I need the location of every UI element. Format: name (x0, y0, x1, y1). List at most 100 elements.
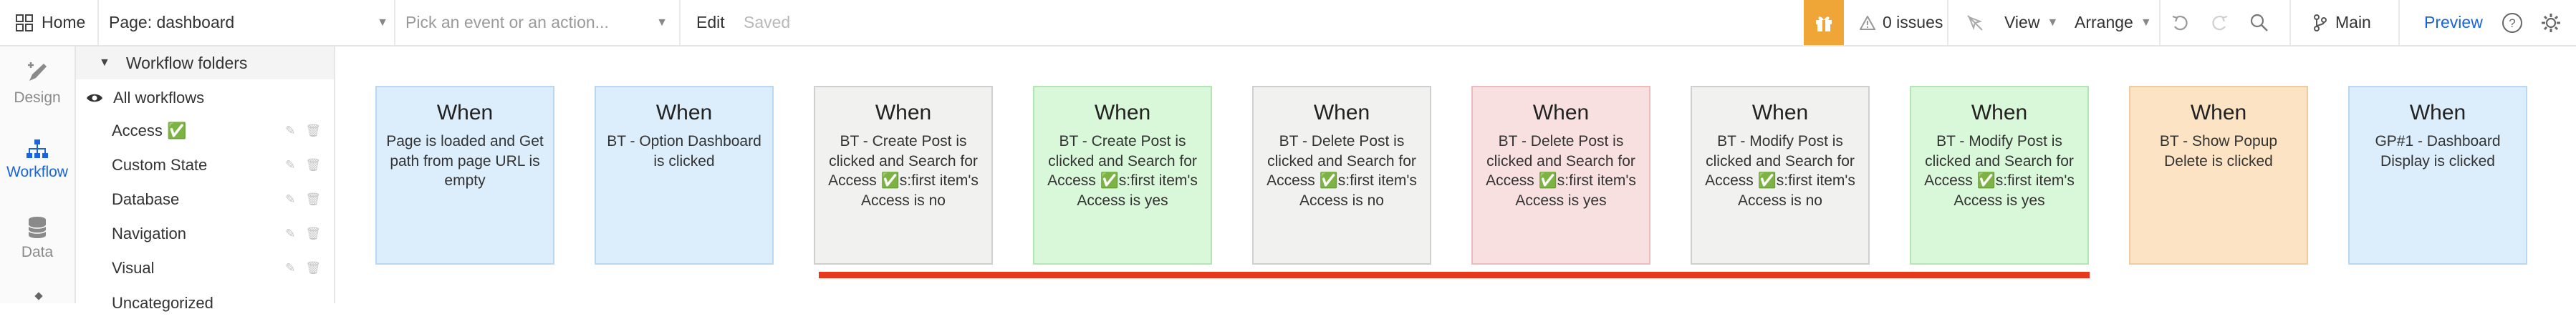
issues-indicator[interactable]: 0 issues (1860, 0, 1943, 45)
workflow-event-card[interactable]: When BT - Delete Post is clicked and Sea… (1471, 86, 1650, 265)
gift-button[interactable] (1804, 0, 1844, 45)
settings-button[interactable] (2540, 0, 2562, 45)
card-when-label: When (1313, 101, 1370, 124)
preview-label: Preview (2424, 13, 2483, 31)
branch-icon (2314, 14, 2327, 31)
edit-pencil-icon[interactable]: ✎ (285, 261, 295, 275)
card-event-text: BT - Delete Post is clicked and Search f… (1486, 133, 1636, 210)
card-when-label: When (436, 101, 494, 124)
edit-pencil-icon[interactable]: ✎ (285, 192, 295, 207)
saved-label: Saved (744, 13, 791, 31)
event-action-picker[interactable]: Pick an event or an action... ▼ (405, 0, 668, 45)
folder-item[interactable]: Navigation ✎ 🗑 (76, 218, 334, 250)
workflow-canvas[interactable]: When Page is loaded and Get path from pa… (335, 46, 2576, 303)
card-when-label: When (1971, 101, 2028, 124)
edit-button[interactable]: Edit (696, 0, 725, 45)
card-event-text: BT - Modify Post is clicked and Search f… (1924, 133, 2075, 210)
folder-item[interactable]: Access ✅ ✎ 🗑 (76, 115, 334, 147)
help-icon: ? (2502, 12, 2522, 33)
card-when-label: When (655, 101, 713, 124)
warning-icon (1860, 15, 1875, 30)
folder-item[interactable]: Database ✎ 🗑 (76, 184, 334, 215)
eye-icon (87, 94, 102, 102)
gear-icon (2542, 13, 2560, 32)
workflow-event-card[interactable]: When BT - Show Popup Delete is clicked (2129, 86, 2308, 265)
card-event-text: BT - Option Dashboard is clicked (607, 133, 761, 170)
folder-label: Database (112, 190, 180, 208)
trash-icon[interactable]: 🗑 (305, 192, 321, 207)
folder-item[interactable]: Custom State ✎ 🗑 (76, 149, 334, 181)
folder-label: Visual (112, 259, 155, 277)
top-toolbar: Home Page: dashboard ▼ Pick an event or … (0, 0, 2576, 46)
card-when-label: When (1094, 101, 1151, 124)
view-menu[interactable]: View ▼ (2004, 0, 2058, 45)
home-button[interactable]: Home (16, 0, 85, 45)
home-label: Home (42, 13, 86, 31)
redo-button[interactable] (2209, 0, 2229, 45)
nav-design-label: Design (14, 89, 61, 106)
workflow-event-card[interactable]: When Page is loaded and Get path from pa… (375, 86, 554, 265)
card-when-label: When (1532, 101, 1590, 124)
workflow-event-card[interactable]: When GP#1 - Dashboard Display is clicked (2348, 86, 2527, 265)
arrange-label: Arrange (2075, 13, 2133, 31)
all-workflows-item[interactable]: All workflows (76, 82, 334, 114)
preview-button[interactable]: Preview (2424, 0, 2483, 45)
inspect-cursor-button[interactable] (1966, 0, 1984, 45)
search-button[interactable] (2249, 0, 2269, 45)
workflow-event-card[interactable]: When BT - Option Dashboard is clicked (595, 86, 774, 265)
help-button[interactable]: ? (2501, 0, 2523, 45)
design-brush-icon (28, 62, 47, 81)
card-when-label: When (875, 101, 932, 124)
card-when-label: When (2409, 101, 2466, 124)
workflow-event-card[interactable]: When BT - Create Post is clicked and Sea… (1033, 86, 1212, 265)
edit-label: Edit (696, 13, 725, 31)
trash-icon[interactable]: 🗑 (305, 261, 321, 275)
nav-data[interactable]: Data (0, 215, 75, 261)
folder-label: Uncategorized (112, 294, 213, 312)
workflow-event-card[interactable]: When BT - Modify Post is clicked and Sea… (1910, 86, 2089, 265)
card-when-label: When (2190, 101, 2247, 124)
edit-pencil-icon[interactable]: ✎ (285, 124, 295, 138)
nav-workflow-label: Workflow (6, 164, 68, 180)
folder-label: Custom State (112, 156, 208, 174)
workflow-event-card[interactable]: When BT - Create Post is clicked and Sea… (814, 86, 993, 265)
svg-text:?: ? (2509, 16, 2515, 30)
edit-pencil-icon[interactable]: ✎ (285, 158, 295, 172)
workflow-event-card[interactable]: When BT - Modify Post is clicked and Sea… (1691, 86, 1870, 265)
folder-item[interactable]: Visual ✎ 🗑 (76, 252, 334, 284)
trash-icon[interactable]: 🗑 (305, 124, 321, 138)
workflow-folders-panel: ▼ Workflow folders All workflows Access … (76, 46, 335, 312)
folder-item-partial[interactable]: Uncategorized (76, 288, 334, 319)
branch-selector[interactable]: Main (2312, 0, 2371, 45)
view-label: View (2004, 13, 2040, 31)
card-event-text: BT - Delete Post is clicked and Search f… (1267, 133, 1417, 210)
left-nav-rail: Design Workflow Data (0, 46, 76, 303)
page-selector[interactable]: Page: dashboard ▼ (109, 0, 388, 45)
issues-label: 0 issues (1883, 13, 1943, 31)
conflict-indicator-line (819, 272, 2090, 278)
arrange-menu[interactable]: Arrange ▼ (2075, 0, 2152, 45)
card-event-text: Page is loaded and Get path from page UR… (386, 133, 544, 190)
workflow-folders-header[interactable]: ▼ Workflow folders (76, 46, 334, 79)
chevron-down-icon: ▼ (2140, 16, 2152, 29)
trash-icon[interactable]: 🗑 (305, 227, 321, 241)
folder-label: Access ✅ (112, 122, 187, 139)
branch-label: Main (2335, 13, 2371, 31)
chevron-down-icon: ▼ (656, 16, 668, 29)
folder-label: Navigation (112, 225, 186, 242)
trash-icon[interactable]: 🗑 (305, 158, 321, 172)
undo-button[interactable] (2171, 0, 2191, 45)
saved-status: Saved (744, 0, 790, 45)
chevron-down-icon: ▼ (2047, 16, 2059, 29)
card-event-text: BT - Modify Post is clicked and Search f… (1705, 133, 1855, 210)
workflow-tree-icon (27, 139, 48, 158)
page-selector-label: Page: dashboard (109, 13, 235, 31)
nav-design[interactable]: Design (0, 61, 75, 107)
nav-workflow[interactable]: Workflow (0, 138, 75, 181)
collapse-triangle-icon: ▼ (99, 57, 110, 69)
workflow-event-card[interactable]: When BT - Delete Post is clicked and Sea… (1252, 86, 1431, 265)
nav-data-label: Data (21, 244, 54, 260)
undo-icon (2172, 15, 2188, 30)
gift-icon (1816, 16, 1832, 31)
edit-pencil-icon[interactable]: ✎ (285, 227, 295, 241)
